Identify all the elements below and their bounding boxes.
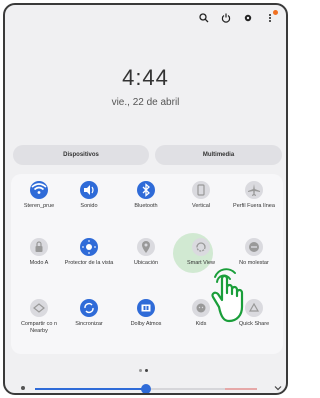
dolby-icon (137, 299, 155, 317)
tile-label: Modo A (29, 260, 49, 266)
page-indicator (139, 369, 148, 372)
do-not-disturb-icon (245, 238, 263, 256)
wifi-icon (30, 181, 48, 199)
nearby-share-icon (30, 299, 48, 317)
tile-label: Perfil Fuera línea (233, 203, 275, 209)
tile-wifi[interactable]: Steren_prue (14, 181, 64, 210)
search-icon[interactable] (198, 12, 210, 24)
media-button[interactable]: Multimedia (155, 145, 282, 165)
rotation-icon (192, 181, 210, 199)
top-toolbar (198, 10, 278, 24)
tile-label: Sonido (80, 203, 98, 209)
tile-nearby-share[interactable]: Compartir co n Nearby (14, 299, 64, 334)
tile-do-not-disturb[interactable]: No molestar (229, 238, 279, 267)
page-dot-active (145, 369, 148, 372)
tile-label: Bluetooth (134, 203, 158, 209)
tile-bluetooth[interactable]: Bluetooth (121, 181, 171, 210)
tile-label: Smart View (186, 260, 216, 266)
tile-dolby[interactable]: Dolby Atmos (121, 299, 171, 328)
tile-label: Dolby Atmos (130, 321, 162, 327)
tile-lock[interactable]: Modo A (14, 238, 64, 267)
bluetooth-icon (137, 181, 155, 199)
tile-label: Steren_prue (23, 203, 55, 209)
tile-rotation[interactable]: Vertical (176, 181, 226, 210)
tile-label: Sincronizar (75, 321, 103, 327)
page-dot (139, 369, 142, 372)
settings-icon[interactable] (242, 12, 254, 24)
tile-eye-comfort[interactable]: Protector de la vista (64, 238, 114, 267)
tile-label: Vertical (191, 203, 211, 209)
devices-button[interactable]: Dispositivos (13, 145, 149, 165)
eye-comfort-icon (80, 238, 98, 256)
clock-time: 4:44 (122, 65, 169, 90)
brightness-icon (21, 386, 25, 390)
more-icon[interactable] (264, 10, 278, 24)
tile-label: Compartir co n Nearby (20, 321, 58, 334)
tile-label: No molestar (239, 260, 269, 266)
brightness-slider[interactable] (35, 384, 257, 393)
quick-panel: 4:44 vie., 22 de abril Dispositivos Mult… (3, 3, 288, 395)
power-icon[interactable] (220, 12, 232, 24)
brightness-warning-zone (225, 388, 257, 390)
chevron-down-icon[interactable] (273, 383, 283, 393)
tile-sound[interactable]: Sonido (64, 181, 114, 210)
sync-icon (80, 299, 98, 317)
tile-label: Protector de la vista (64, 260, 114, 266)
tile-airplane[interactable]: Perfil Fuera línea (229, 181, 279, 210)
tile-smart-view[interactable]: Smart View (176, 238, 226, 267)
clock-date: vie., 22 de abril (111, 97, 180, 108)
lock-icon (30, 238, 48, 256)
tile-sync[interactable]: Sincronizar (64, 299, 114, 328)
airplane-icon (245, 181, 263, 199)
tile-location[interactable]: Ubicación (121, 238, 171, 267)
sound-icon (80, 181, 98, 199)
brightness-fill (35, 388, 146, 390)
location-icon (137, 238, 155, 256)
tile-label: Ubicación (133, 260, 159, 266)
notification-dot (273, 10, 278, 15)
tap-gesture-icon (211, 268, 244, 323)
brightness-knob[interactable] (141, 384, 151, 393)
smart-view-icon (192, 238, 210, 256)
